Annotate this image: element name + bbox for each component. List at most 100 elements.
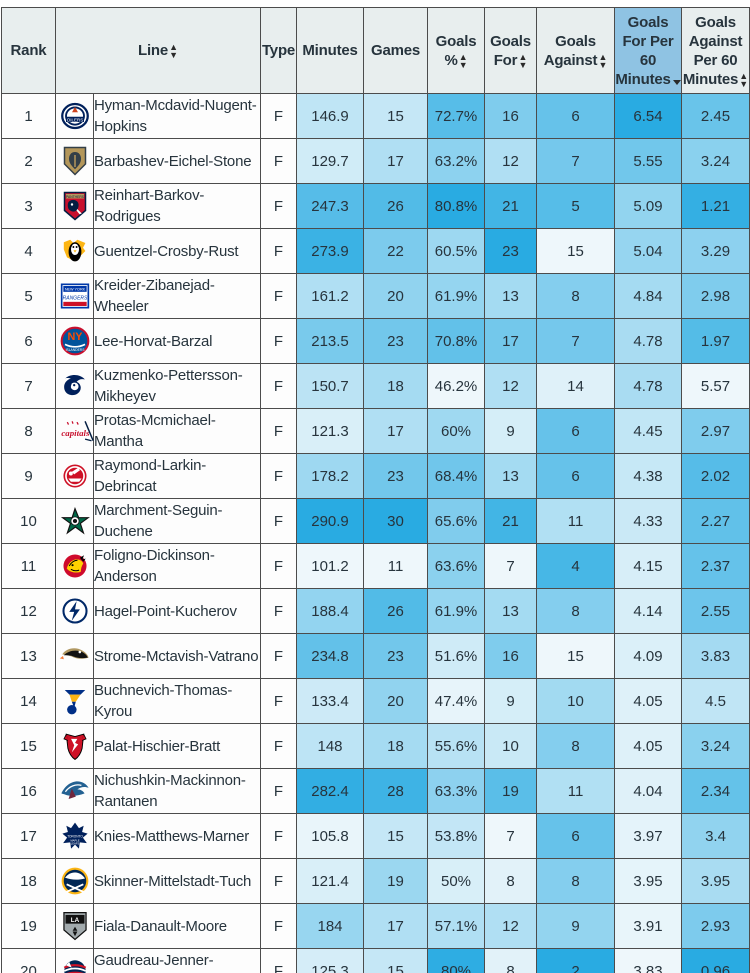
cell-goals-for: 19 (484, 768, 538, 814)
cell-goals-for: 17 (484, 318, 538, 364)
cell-line-name[interactable]: Hagel-Point-Kucherov (92, 588, 262, 634)
cell-line-name[interactable]: Raymond-Larkin-Debrincat (92, 453, 262, 499)
cell-line-name[interactable]: Kreider-Zibanejad-Wheeler (92, 273, 262, 319)
cell-line-name[interactable]: Protas-Mcmichael-Mantha (92, 408, 262, 454)
cell-line-name[interactable]: Kuzmenko-Pettersson-Mikheyev (92, 363, 262, 409)
team-logo-icon (55, 948, 94, 973)
column-header-type[interactable]: Type (260, 7, 298, 94)
cell-games: 22 (363, 228, 429, 274)
cell-line-name[interactable]: Hyman-Mcdavid-Nugent-Hopkins (92, 93, 262, 139)
cell-minutes: 247.3 (296, 183, 365, 229)
column-header-goals-for[interactable]: Goals For ▲ ▼ (484, 7, 538, 94)
table-row[interactable]: 1 OILERS Hyman-Mcdavid-Nugent-Hopkins F 146.… (1, 93, 750, 139)
column-header-rank[interactable]: Rank (1, 7, 56, 94)
line-stats-table: Rank Line ▲ ▼ Type Minutes Games Goals % ▲ ▼… (1, 7, 750, 973)
table-row[interactable]: 16 Nichushkin-Mackinnon-Rantanen F 282.4 28 6… (1, 768, 750, 814)
cell-rank: 1 (1, 93, 56, 139)
cell-goals-against-per-60: 5.57 (681, 363, 750, 409)
cell-line-name[interactable]: Guentzel-Crosby-Rust (92, 228, 262, 274)
cell-type: F (260, 903, 298, 949)
cell-games: 20 (363, 273, 429, 319)
column-header-goals-against-per-60[interactable]: Goals Against Per 60 Minutes ▲ ▼ (681, 7, 750, 94)
cell-goals-pct: 63.3% (427, 768, 486, 814)
cell-goals-for-per-60: 3.91 (614, 903, 683, 949)
cell-line-name[interactable]: Foligno-Dickinson-Anderson (92, 543, 262, 589)
cell-line-name[interactable]: Buchnevich-Thomas-Kyrou (92, 678, 262, 724)
cell-goals-against-per-60: 4.5 (681, 678, 750, 724)
sort-toggle-icon[interactable]: ▲ ▼ (459, 52, 468, 69)
cell-type: F (260, 408, 298, 454)
header-label-goals-against-per-60: Goals Against Per 60 Minutes (682, 13, 743, 88)
cell-line-name[interactable]: Marchment-Seguin-Duchene (92, 498, 262, 544)
cell-line-name[interactable]: Barbashev-Eichel-Stone (92, 138, 262, 184)
cell-type: F (260, 228, 298, 274)
cell-goals-against-per-60: 1.21 (681, 183, 750, 229)
table-row[interactable]: 14 Buchnevich-Thomas-Kyrou F 133.4 20 47.4% 9 1… (1, 678, 750, 724)
column-header-goals-for-per-60[interactable]: Goals For Per 60 Minutes (614, 7, 683, 94)
table-row[interactable]: 11 Foligno-Dickinson-Anderson F 101.2 11 63.6… (1, 543, 750, 589)
cell-line-name[interactable]: Fiala-Danault-Moore (92, 903, 262, 949)
table-header: Rank Line ▲ ▼ Type Minutes Games Goals % ▲ ▼… (1, 7, 750, 94)
cell-rank: 18 (1, 858, 56, 904)
cell-rank: 10 (1, 498, 56, 544)
table-row[interactable]: 12 Hagel-Point-Kucherov F 188.4 26 61.9% 13 8 4.… (1, 588, 750, 634)
cell-line-name[interactable]: Strome-Mctavish-Vatrano (92, 633, 262, 679)
cell-goals-for-per-60: 6.54 (614, 93, 683, 139)
table-row[interactable]: 15 Palat-Hischier-Bratt F 148 18 55.6% 10 8 4.05… (1, 723, 750, 769)
table-row[interactable]: 3 PANTHERS Reinhart-Barkov-Rodrigues F 247.3… (1, 183, 750, 229)
cell-minutes: 148 (296, 723, 365, 769)
cell-minutes: 273.9 (296, 228, 365, 274)
table-row[interactable]: 20 Gaudreau-Jenner-MarchenkoF125.31580%82… (1, 948, 750, 973)
cell-line-name[interactable]: Nichushkin-Mackinnon-Rantanen (92, 768, 262, 814)
cell-minutes: 213.5 (296, 318, 365, 364)
table-row[interactable]: 13 Strome-Mctavish-Vatrano F 234.8 23 51.6% 16… (1, 633, 750, 679)
cell-goals-for: 7 (484, 813, 538, 859)
cell-line-name[interactable]: Lee-Horvat-Barzal (92, 318, 262, 364)
cell-goals-pct: 51.6% (427, 633, 486, 679)
cell-line-name[interactable]: Skinner-Mittelstadt-Tuch (92, 858, 262, 904)
column-header-games[interactable]: Games (363, 7, 429, 94)
cell-minutes: 105.8 (296, 813, 365, 859)
team-logo-icon (55, 858, 94, 904)
table-row[interactable]: 9 Raymond-Larkin-Debrincat F 178.2 23 68.4% 13… (1, 453, 750, 499)
sort-toggle-icon[interactable]: ▲ ▼ (739, 71, 748, 88)
table-row[interactable]: 17 TORONTO MAPLE LEAFS Knies-Matthews-Marner… (1, 813, 750, 859)
sort-descending-icon[interactable] (672, 79, 681, 85)
cell-rank: 14 (1, 678, 56, 724)
cell-goals-for-per-60: 5.04 (614, 228, 683, 274)
cell-games: 23 (363, 453, 429, 499)
sort-toggle-icon[interactable]: ▲ ▼ (518, 52, 527, 69)
cell-goals-for-per-60: 4.05 (614, 723, 683, 769)
table-row[interactable]: 5 NEW YORK RANGERS Kreider-Zibanejad-Wheele… (1, 273, 750, 319)
table-row[interactable]: 6 NY ISLANDERS Lee-Horvat-Barzal F 213.5 23 70.… (1, 318, 750, 364)
table-row[interactable]: 7 Kuzmenko-Pettersson-Mikheyev F 150.7 18 46.… (1, 363, 750, 409)
cell-goals-for: 8 (484, 948, 538, 973)
table-row[interactable]: 4 Guentzel-Crosby-Rust F 273.9 22 60.5% 23 15 5.… (1, 228, 750, 274)
svg-text:LA: LA (70, 917, 79, 924)
column-header-goals-pct[interactable]: Goals % ▲ ▼ (427, 7, 486, 94)
cell-rank: 6 (1, 318, 56, 364)
cell-goals-pct: 57.1% (427, 903, 486, 949)
column-header-line[interactable]: Line ▲ ▼ (54, 7, 262, 94)
column-header-minutes[interactable]: Minutes (296, 7, 365, 94)
team-logo-icon (55, 363, 94, 409)
table-row[interactable]: 19 LA Fiala-Danault-Moore F 184 17 57.1% 12 9 3.9… (1, 903, 750, 949)
table-row[interactable]: 10 Marchment-Seguin-Duchene F 290.9 30 65.6% 2… (1, 498, 750, 544)
cell-goals-against-per-60: 2.37 (681, 543, 750, 589)
cell-line-name[interactable]: Palat-Hischier-Bratt (92, 723, 262, 769)
cell-line-name[interactable]: Gaudreau-Jenner-Marchenko (92, 948, 262, 973)
cell-goals-against: 15 (536, 633, 616, 679)
table-row[interactable]: 8 capitals Protas-Mcmichael-Mantha F 121.3 17… (1, 408, 750, 454)
cell-goals-against: 6 (536, 408, 616, 454)
team-logo-icon: LA (55, 903, 94, 949)
header-label-goals-against: Goals Against (543, 32, 598, 69)
sort-toggle-icon[interactable]: ▲ ▼ (598, 52, 607, 69)
sort-toggle-icon[interactable]: ▲ ▼ (169, 43, 178, 60)
table-row[interactable]: 18 Skinner-Mittelstadt-Tuch F 121.4 19 50% 8 8 3… (1, 858, 750, 904)
column-header-goals-against[interactable]: Goals Against ▲ ▼ (536, 7, 616, 94)
cell-line-name[interactable]: Knies-Matthews-Marner (92, 813, 262, 859)
cell-goals-against-per-60: 3.29 (681, 228, 750, 274)
cell-goals-for-per-60: 5.55 (614, 138, 683, 184)
table-row[interactable]: 2 Barbashev-Eichel-Stone F 129.7 17 63.2% 12 7 5… (1, 138, 750, 184)
cell-line-name[interactable]: Reinhart-Barkov-Rodrigues (92, 183, 262, 229)
